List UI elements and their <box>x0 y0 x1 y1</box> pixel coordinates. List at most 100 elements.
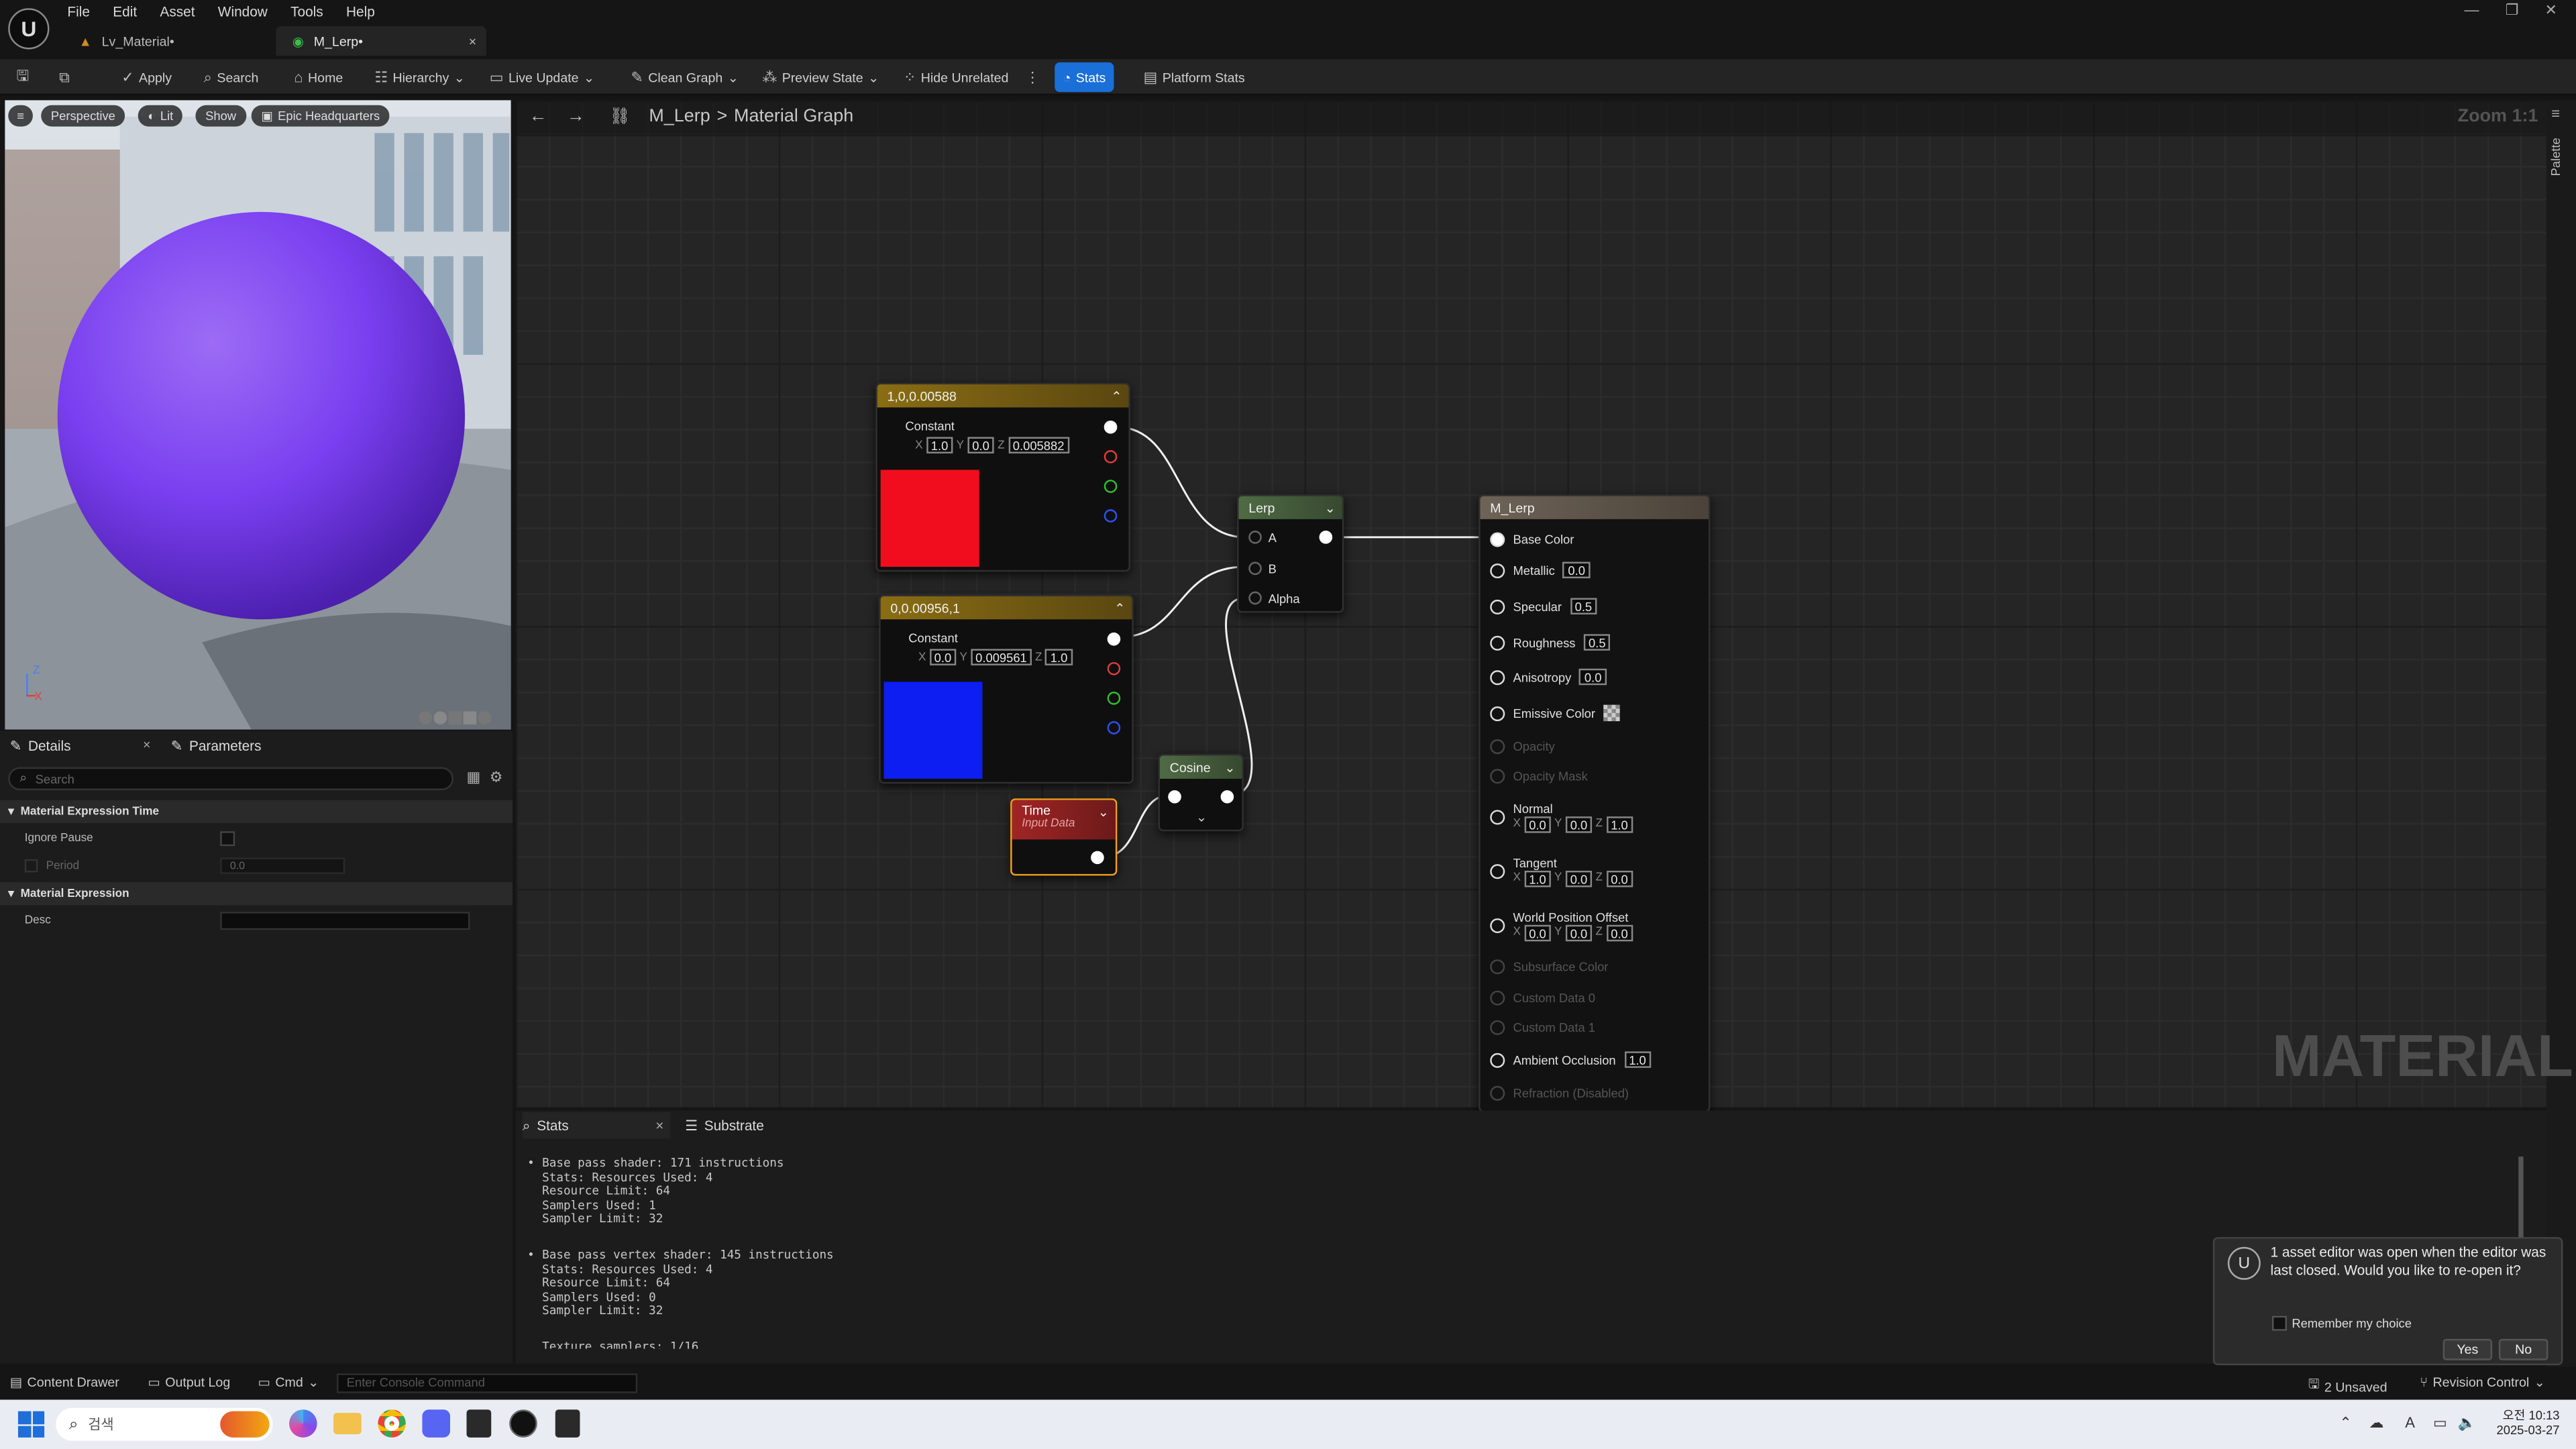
ime-indicator[interactable]: A <box>2405 1415 2415 1431</box>
discord-icon[interactable] <box>422 1409 451 1438</box>
anisotropy-pin[interactable]: Anisotropy 0.0 <box>1490 667 1607 686</box>
node-header[interactable]: 1,0,0.00588 ⌃ <box>877 384 1129 408</box>
taskbar-search-input[interactable]: ⌕ 검색 <box>56 1407 273 1441</box>
r-pin[interactable] <box>1107 661 1121 676</box>
world-position-offset-pin[interactable]: World Position Offset X 0.0 Y 0.0 Z 0.0 <box>1490 910 1633 941</box>
epic-launcher-icon[interactable] <box>555 1409 580 1438</box>
custom-data-1-pin: Custom Data 1 <box>1490 1017 1595 1036</box>
time-node[interactable]: Time Input Data ⌄ <box>1010 798 1118 876</box>
chevron-down-icon: ⌄ <box>308 1375 319 1390</box>
terminal-icon: ▭ <box>258 1375 271 1390</box>
emissive-color-pin[interactable]: Emissive Color <box>1490 703 1620 722</box>
metallic-pin[interactable]: Metallic 0.0 <box>1490 560 1591 580</box>
normal-pin[interactable]: Normal X 0.0 Y 0.0 Z 1.0 <box>1490 801 1633 833</box>
base-color-pin[interactable]: Base Color <box>1490 529 1574 549</box>
emissive-swatch[interactable] <box>1603 704 1620 722</box>
console-command-input[interactable]: Enter Console Command <box>337 1373 638 1393</box>
lerp-node[interactable]: Lerp ⌄ A B Alpha <box>1237 494 1344 613</box>
custom-data-0-pin: Custom Data 0 <box>1490 987 1595 1007</box>
chevron-down-icon: ⌄ <box>2534 1375 2546 1390</box>
save-icon: 🖫 <box>2308 1377 2320 1392</box>
output-pin[interactable] <box>1319 531 1333 544</box>
color-preview-swatch <box>883 682 983 779</box>
collapse-icon[interactable]: ⌃ <box>1111 388 1122 403</box>
network-icon[interactable]: ▭ <box>2433 1415 2447 1433</box>
tab-substrate[interactable]: ☰ Substrate <box>685 1112 764 1138</box>
node-header[interactable]: M_Lerp <box>1480 496 1709 519</box>
a-input-pin[interactable] <box>1248 531 1262 544</box>
onedrive-icon[interactable]: ☁ <box>2369 1415 2383 1433</box>
subsurface-color-pin: Subsurface Color <box>1490 956 1608 975</box>
b-input-pin[interactable] <box>1248 561 1262 576</box>
file-explorer-icon[interactable] <box>333 1413 362 1434</box>
node-header[interactable]: Time Input Data ⌄ <box>1012 800 1116 840</box>
g-pin[interactable] <box>1104 480 1118 493</box>
volume-icon[interactable]: 🔈 <box>2458 1415 2476 1433</box>
chrome-icon[interactable] <box>378 1409 406 1438</box>
z-field[interactable]: 1.0 <box>1045 649 1073 665</box>
taskbar-clock[interactable]: 오전 10:13 2025-03-27 <box>2491 1408 2560 1438</box>
tangent-pin[interactable]: Tangent X 1.0 Y 0.0 Z 0.0 <box>1490 855 1633 887</box>
tray-chevron-up-icon[interactable]: ⌃ <box>2339 1415 2351 1433</box>
stats-base-pass-shader: • Base pass shader: 171 instructions Stat… <box>527 1155 784 1226</box>
output-pin[interactable] <box>1091 851 1104 865</box>
no-button[interactable]: No <box>2498 1338 2548 1360</box>
remember-choice-label: Remember my choice <box>2292 1316 2412 1331</box>
node-header[interactable]: 0,0.00956,1 ⌃ <box>880 596 1132 620</box>
chevron-down-icon[interactable]: ⌄ <box>1098 805 1109 820</box>
x-field[interactable]: 1.0 <box>926 437 953 453</box>
node-header[interactable]: Cosine ⌄ <box>1159 755 1242 779</box>
stats-scrollbar[interactable] <box>2518 1157 2524 1239</box>
material-result-node[interactable]: M_Lerp Base Color Metallic 0.0 Specular 0.… <box>1479 494 1711 1112</box>
status-bar: ▤ Content Drawer ▭ Output Log ▭ Cmd ⌄ Enter … <box>0 1366 2576 1400</box>
material-watermark: MATERIAL <box>2271 1022 2573 1089</box>
color-preview-swatch <box>880 470 979 567</box>
cosine-node[interactable]: Cosine ⌄ ⌄ <box>1158 754 1244 832</box>
b-pin[interactable] <box>1107 721 1121 735</box>
chevron-down-icon[interactable]: ⌄ <box>1325 500 1336 515</box>
chevron-down-icon[interactable]: ⌄ <box>1224 760 1235 775</box>
x-field[interactable]: 0.0 <box>929 649 957 665</box>
node-header[interactable]: Lerp ⌄ <box>1238 496 1342 519</box>
stats-base-pass-vertex-shader: • Base pass vertex shader: 145 instructi… <box>527 1246 834 1318</box>
epic-games-icon[interactable] <box>466 1409 492 1438</box>
input-pin[interactable] <box>1168 790 1181 804</box>
substrate-icon: ☰ <box>685 1116 698 1133</box>
revision-control-button[interactable]: ⑂ Revision Control ⌄ <box>2420 1375 2545 1390</box>
constant3vector-node-blue[interactable]: 0,0.00956,1 ⌃ Constant X 0.0 Y 0.009561 Z1… <box>879 594 1134 784</box>
output-pin[interactable] <box>1104 420 1118 434</box>
remember-choice-checkbox[interactable] <box>2271 1316 2287 1331</box>
copilot-icon[interactable] <box>289 1409 317 1438</box>
r-pin[interactable] <box>1104 450 1118 464</box>
z-field[interactable]: 0.005882 <box>1008 437 1069 453</box>
roughness-pin[interactable]: Roughness 0.5 <box>1490 633 1611 652</box>
output-pin[interactable] <box>1107 632 1121 646</box>
constant3vector-node-red[interactable]: 1,0,0.00588 ⌃ Constant X 1.0 Y 0.0 Z 0.0058… <box>875 382 1130 572</box>
windows-taskbar: ⌕ 검색 ⌃ ☁ A ▭ 🔈 오전 10:13 2025-03-27 <box>0 1399 2576 1449</box>
output-pin[interactable] <box>1220 790 1234 804</box>
output-log-button[interactable]: ▭ Output Log <box>148 1375 230 1390</box>
opacity-pin: Opacity <box>1490 736 1555 755</box>
cmd-dropdown[interactable]: ▭ Cmd ⌄ <box>258 1375 319 1390</box>
unreal-logo-icon: U <box>2227 1246 2261 1280</box>
y-field[interactable]: 0.009561 <box>970 649 1032 665</box>
vector-values: X 0.0 Y 0.009561 Z 1.0 <box>918 649 1073 665</box>
windows-start-icon[interactable] <box>17 1411 45 1438</box>
yes-button[interactable]: Yes <box>2443 1338 2493 1360</box>
wire-red-to-a <box>1117 426 1246 539</box>
search-highlight-icon <box>220 1411 270 1438</box>
expand-arrow-icon[interactable]: ⌄ <box>1196 810 1207 824</box>
ambient-occlusion-pin[interactable]: Ambient Occlusion 1.0 <box>1490 1050 1652 1069</box>
close-stats-icon[interactable]: × <box>655 1117 663 1133</box>
tab-stats[interactable]: ⌕ Stats × <box>522 1112 671 1139</box>
y-field[interactable]: 0.0 <box>967 437 995 453</box>
b-pin[interactable] <box>1104 509 1118 523</box>
g-pin[interactable] <box>1107 692 1121 705</box>
search-icon: ⌕ <box>68 1415 78 1434</box>
specular-pin[interactable]: Specular 0.5 <box>1490 596 1597 616</box>
content-drawer-button[interactable]: ▤ Content Drawer <box>10 1375 119 1390</box>
unreal-engine-icon[interactable] <box>509 1409 537 1438</box>
alpha-input-pin[interactable] <box>1248 591 1262 605</box>
collapse-icon[interactable]: ⌃ <box>1114 600 1125 615</box>
unsaved-button[interactable]: 🖫 2 Unsaved <box>2308 1375 2387 1398</box>
